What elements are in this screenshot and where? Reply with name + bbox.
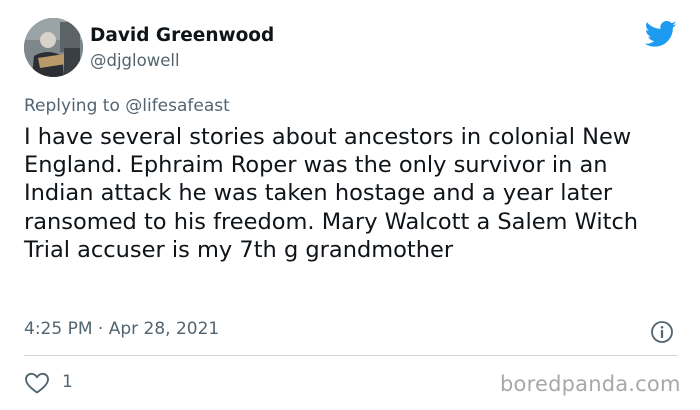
tweet-text: I have several stories about ancestors i… [24,124,639,263]
info-icon[interactable] [650,320,674,344]
author-name[interactable]: David Greenwood [90,25,274,46]
avatar[interactable] [24,18,83,77]
heart-icon[interactable] [24,371,50,395]
divider [24,355,678,356]
avatar-photo [24,18,83,77]
watermark: boredpanda.com [500,372,681,396]
tweet-timestamp[interactable]: 4:25 PM · Apr 28, 2021 [24,319,219,339]
twitter-bird-icon[interactable] [644,21,677,47]
author-handle[interactable]: @djglowell [90,51,180,70]
reply-context: Replying to @lifesafeast [24,96,230,116]
reply-to-handle[interactable]: @lifesafeast [125,96,230,116]
reply-prefix: Replying to [24,96,120,116]
like-count: 1 [62,372,73,392]
